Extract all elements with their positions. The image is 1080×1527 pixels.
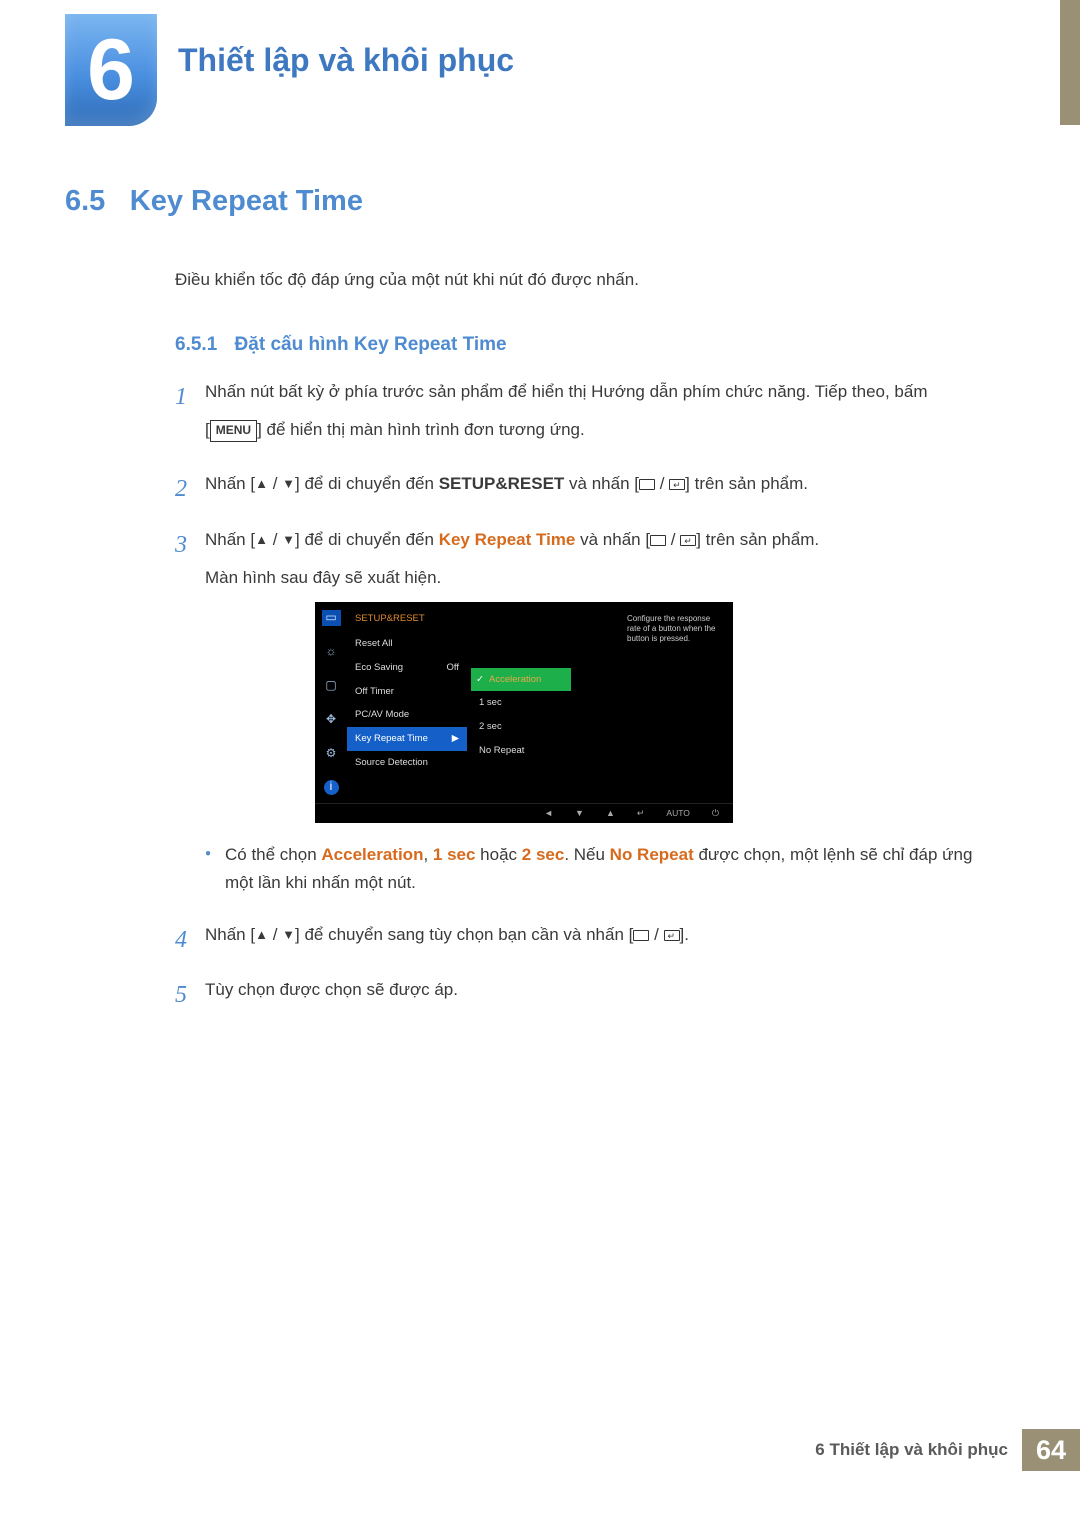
box-icon: ▢ bbox=[322, 678, 341, 694]
osd-option: 1 sec bbox=[471, 691, 571, 715]
enter-icon: ↵ bbox=[637, 806, 645, 821]
osd-option-selected: Acceleration bbox=[471, 668, 571, 692]
down-triangle-icon: ▼ bbox=[282, 476, 295, 491]
step-2: 2 Nhấn [▲ / ▼] để di chuyển đến SETUP&RE… bbox=[175, 470, 975, 510]
info-icon: i bbox=[324, 780, 339, 795]
source-icon bbox=[650, 535, 666, 546]
bullet-item: ● Có thể chọn Acceleration, 1 sec hoặc 2… bbox=[205, 841, 975, 897]
enter-icon bbox=[669, 479, 685, 490]
osd-menu-list: SETUP&RESET Reset All Eco SavingOff Off … bbox=[347, 602, 467, 803]
footer-chapter-ref: 6 Thiết lập và khôi phục bbox=[815, 1440, 1008, 1460]
step-number: 4 bbox=[175, 921, 205, 961]
step-body: Nhấn [▲ / ▼] để di chuyển đến SETUP&RESE… bbox=[205, 470, 975, 510]
down-icon: ▼ bbox=[575, 806, 584, 821]
down-triangle-icon: ▼ bbox=[282, 927, 295, 942]
osd-sidebar-icons: ▭ ☼ ▢ ✥ ⚙ i bbox=[315, 602, 347, 803]
source-icon bbox=[633, 930, 649, 941]
osd-item: Source Detection bbox=[347, 751, 467, 775]
osd-option: No Repeat bbox=[471, 739, 571, 763]
bullet-text: Có thể chọn Acceleration, 1 sec hoặc 2 s… bbox=[225, 841, 975, 897]
osd-item: Eco SavingOff bbox=[347, 656, 467, 680]
bullet-icon: ● bbox=[205, 841, 225, 897]
section-number: 6.5 bbox=[65, 185, 105, 217]
section-title: Key Repeat Time bbox=[130, 185, 363, 217]
up-icon: ▲ bbox=[606, 806, 615, 821]
osd-item-selected: Key Repeat Time▶ bbox=[347, 727, 467, 751]
osd-option: 2 sec bbox=[471, 715, 571, 739]
source-icon bbox=[639, 479, 655, 490]
section-description: Điều khiển tốc độ đáp ứng của một nút kh… bbox=[175, 270, 975, 290]
step-number: 5 bbox=[175, 976, 205, 1016]
steps-list: 1 Nhấn nút bất kỳ ở phía trước sản phẩm … bbox=[175, 378, 975, 1016]
section-container: 6.5 Key Repeat Time Điều khiển tốc độ đá… bbox=[65, 185, 975, 1032]
step-number: 2 bbox=[175, 470, 205, 510]
chapter-title: Thiết lập và khôi phục bbox=[178, 42, 514, 79]
down-triangle-icon: ▼ bbox=[282, 532, 295, 547]
step-5: 5 Tùy chọn được chọn sẽ được áp. bbox=[175, 976, 975, 1016]
osd-options-list: Acceleration 1 sec 2 sec No Repeat bbox=[471, 668, 571, 763]
up-triangle-icon: ▲ bbox=[255, 532, 268, 547]
move-icon: ✥ bbox=[322, 712, 341, 728]
step-body: Tùy chọn được chọn sẽ được áp. bbox=[205, 976, 975, 1016]
auto-label: AUTO bbox=[666, 806, 689, 820]
gear-icon: ⚙ bbox=[322, 746, 341, 762]
step-body: Nhấn [▲ / ▼] để di chuyển đến Key Repeat… bbox=[205, 526, 975, 905]
enter-icon bbox=[664, 930, 680, 941]
osd-description: Configure the response rate of a button … bbox=[627, 614, 723, 644]
step-number: 3 bbox=[175, 526, 205, 905]
menu-button-label: MENU bbox=[210, 420, 257, 442]
chapter-number: 6 bbox=[87, 27, 135, 113]
osd-header: SETUP&RESET bbox=[347, 608, 467, 633]
key-repeat-time-label: Key Repeat Time bbox=[439, 530, 576, 549]
osd-item: PC/AV Mode bbox=[347, 703, 467, 727]
osd-right-pane: Configure the response rate of a button … bbox=[467, 602, 733, 803]
up-triangle-icon: ▲ bbox=[255, 927, 268, 942]
step-1: 1 Nhấn nút bất kỳ ở phía trước sản phẩm … bbox=[175, 378, 975, 454]
chapter-tab: 6 bbox=[65, 14, 157, 126]
step-number: 1 bbox=[175, 378, 205, 454]
top-right-accent bbox=[1060, 0, 1080, 125]
step-3: 3 Nhấn [▲ / ▼] để di chuyển đến Key Repe… bbox=[175, 526, 975, 905]
enter-icon bbox=[680, 535, 696, 546]
osd-item: Off Timer bbox=[347, 680, 467, 704]
osd-item: Reset All bbox=[347, 632, 467, 656]
page-number: 64 bbox=[1022, 1429, 1080, 1471]
subsection-title: Đặt cấu hình Key Repeat Time bbox=[235, 334, 507, 355]
left-icon: ◄ bbox=[544, 806, 553, 821]
subsection-number: 6.5.1 bbox=[175, 334, 217, 355]
osd-bottom-bar: ◄ ▼ ▲ ↵ AUTO ⏻ bbox=[315, 803, 733, 823]
step-4: 4 Nhấn [▲ / ▼] để chuyển sang tùy chọn b… bbox=[175, 921, 975, 961]
subsection-heading: 6.5.1 Đặt cấu hình Key Repeat Time bbox=[175, 334, 975, 356]
power-icon: ⏻ bbox=[712, 806, 719, 821]
step-body: Nhấn [▲ / ▼] để chuyển sang tùy chọn bạn… bbox=[205, 921, 975, 961]
osd-screenshot: ▭ ☼ ▢ ✥ ⚙ i SETUP&RESET Reset All Eco Sa… bbox=[315, 602, 733, 823]
section-heading: 6.5 Key Repeat Time bbox=[65, 185, 975, 218]
step-body: Nhấn nút bất kỳ ở phía trước sản phẩm để… bbox=[205, 378, 975, 454]
page-footer: 6 Thiết lập và khôi phục 64 bbox=[815, 1429, 1080, 1471]
up-triangle-icon: ▲ bbox=[255, 476, 268, 491]
sun-icon: ☼ bbox=[322, 644, 341, 660]
monitor-icon: ▭ bbox=[322, 610, 341, 626]
setup-reset-label: SETUP&RESET bbox=[439, 474, 565, 493]
